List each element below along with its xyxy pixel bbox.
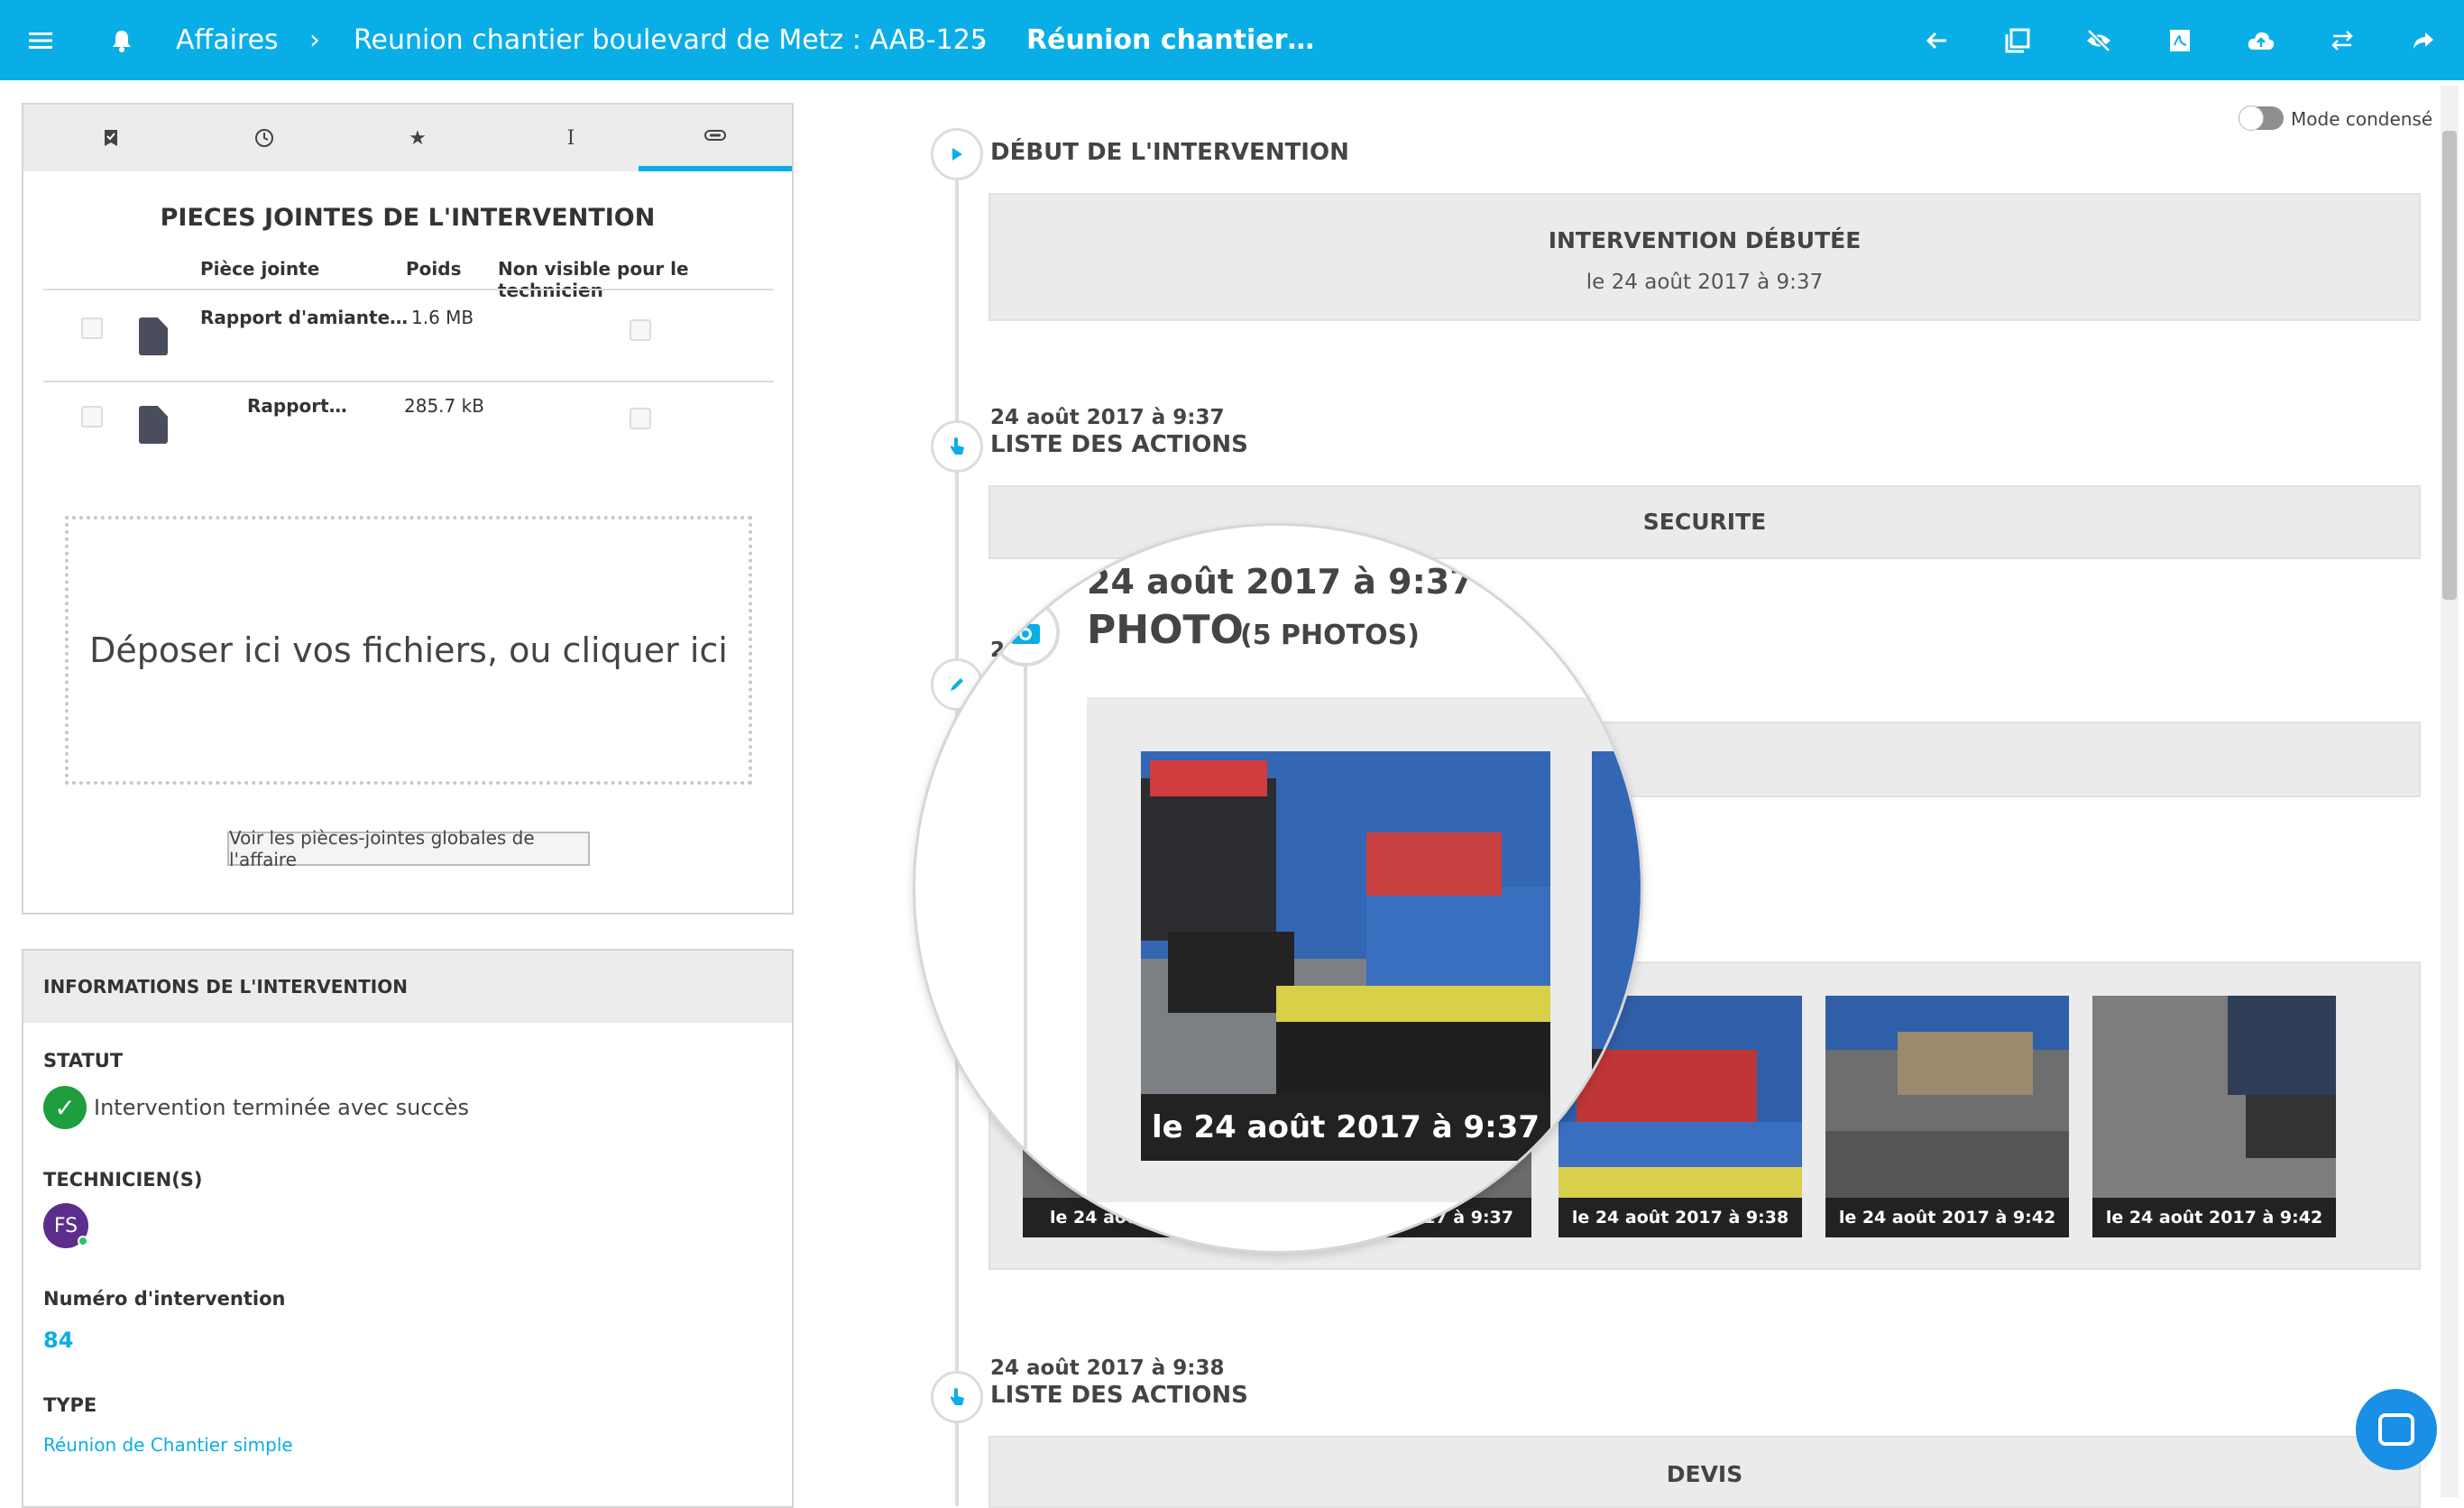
photo-thumbnail[interactable]: le 24 août 2017 à 9:42 <box>2092 996 2336 1237</box>
start-header: DÉBUT DE L'INTERVENTION <box>990 139 1349 166</box>
tab-tasks[interactable] <box>34 105 188 171</box>
panel-tabs: ★ I <box>23 105 792 171</box>
actions2-box[interactable]: DEVIS <box>988 1436 2421 1508</box>
magnified-photo-caption: le 24 août 2017 à 9:37 <box>1141 1094 1550 1161</box>
copy-icon[interactable] <box>1997 20 2038 61</box>
cloud-upload-icon[interactable] <box>2240 20 2282 61</box>
task-icon <box>105 130 117 146</box>
hand-pointer-icon <box>931 420 983 473</box>
col-hidden: Non visible pour le technicien <box>498 258 689 301</box>
divider <box>43 381 774 382</box>
magnified-photo-partial <box>1592 751 1641 1161</box>
actions1-header: LISTE DES ACTIONS <box>990 431 1248 458</box>
row-select-checkbox[interactable] <box>81 406 103 428</box>
condensed-mode-toggle[interactable] <box>2239 106 2284 131</box>
dropzone[interactable]: Déposer ici vos fichiers, ou cliquer ici <box>65 516 752 785</box>
file-icon <box>139 317 168 355</box>
photo-caption: le 24 août 2017 à 9:42 <box>2092 1198 2336 1237</box>
status-value: Intervention terminée avec succès <box>94 1095 470 1120</box>
global-attachments-button[interactable]: Voir les pièces-jointes globales de l'af… <box>227 827 590 870</box>
chevron-right-icon: › <box>976 24 987 56</box>
text-cursor-icon: I <box>566 126 575 150</box>
file-name[interactable]: Rapport… <box>247 395 347 417</box>
hidden-checkbox[interactable] <box>630 319 651 341</box>
actions2-header: LISTE DES ACTIONS <box>990 1382 1248 1409</box>
breadcrumb-current: Réunion chantier… <box>1026 24 1315 56</box>
paperclip-icon <box>704 130 726 141</box>
swap-icon[interactable] <box>2321 20 2363 61</box>
share-icon[interactable] <box>2403 20 2444 61</box>
pdf-icon[interactable] <box>2159 20 2201 61</box>
actions1-date: 24 août 2017 à 9:37 <box>990 406 1225 429</box>
hand-pointer-icon <box>931 1371 983 1423</box>
attachments-panel: ★ I PIECES JOINTES DE L'INTERVENTION Piè… <box>22 103 794 915</box>
file-size: 285.7 kB <box>404 395 484 417</box>
play-icon <box>931 128 983 180</box>
info-heading: INFORMATIONS DE L'INTERVENTION <box>23 951 792 1023</box>
magnifier-title: PHOTO <box>1087 607 1244 653</box>
chevron-right-icon: › <box>309 24 320 56</box>
photo-caption: le 24 août 2017 à 9:42 <box>1825 1198 2069 1237</box>
file-name[interactable]: Rapport d'amiante… <box>200 307 408 328</box>
magnifier-date: 24 août 2017 à 9:37 <box>1087 562 1474 602</box>
dropzone-label: Déposer ici vos fichiers, ou cliquer ici <box>89 630 728 670</box>
magnifier-lens: 24 août 2017 à 9:37 PHOTO (5 PHOTOS) le … <box>913 523 1643 1254</box>
actions2-box-title: DEVIS <box>1666 1461 1743 1487</box>
photo-caption: le 24 août 2017 à 9:38 <box>1558 1198 1802 1237</box>
magnifier-count: (5 PHOTOS) <box>1240 620 1420 651</box>
arrow-left-icon[interactable] <box>1917 20 1958 61</box>
attachments-title: PIECES JOINTES DE L'INTERVENTION <box>160 204 656 232</box>
toggle-knob <box>2239 106 2264 131</box>
chat-launcher-button[interactable] <box>2356 1389 2437 1470</box>
tab-attachments[interactable] <box>639 105 792 171</box>
hidden-checkbox[interactable] <box>630 408 651 429</box>
intervention-info-panel: INFORMATIONS DE L'INTERVENTION STATUT ✓ … <box>22 949 794 1508</box>
top-bar: Affaires › Reunion chantier boulevard de… <box>0 0 2464 80</box>
status-label: STATUT <box>43 1050 124 1071</box>
technician-label: TECHNICIEN(S) <box>43 1169 203 1191</box>
bell-icon[interactable] <box>101 20 143 61</box>
clock-icon <box>255 129 273 147</box>
type-label: TYPE <box>43 1394 97 1416</box>
magnified-photo[interactable]: le 24 août 2017 à 9:37 <box>1141 751 1550 1161</box>
breadcrumb-affaires[interactable]: Affaires <box>176 20 279 61</box>
type-value[interactable]: Réunion de Chantier simple <box>43 1434 293 1456</box>
avatar-initials: FS <box>53 1214 78 1237</box>
col-file: Pièce jointe <box>200 258 320 280</box>
scrollbar[interactable] <box>2441 86 2459 1497</box>
tab-favorites[interactable]: ★ <box>341 105 494 171</box>
condensed-mode-label: Mode condensé <box>2291 108 2433 130</box>
intervention-number-label: Numéro d'intervention <box>43 1288 286 1310</box>
online-indicator <box>78 1236 88 1246</box>
actions2-date: 24 août 2017 à 9:38 <box>990 1356 1225 1380</box>
photo-thumbnail[interactable]: le 24 août 2017 à 9:42 <box>1825 996 2069 1237</box>
divider <box>43 289 774 290</box>
start-box: INTERVENTION DÉBUTÉE le 24 août 2017 à 9… <box>988 193 2421 321</box>
scrollbar-thumb[interactable] <box>2442 131 2457 600</box>
breadcrumb-affaire[interactable]: Reunion chantier boulevard de Metz : AAB… <box>354 20 988 61</box>
camera-icon <box>991 598 1060 667</box>
eye-slash-icon[interactable] <box>2078 20 2119 61</box>
col-size: Poids <box>406 258 462 280</box>
start-box-title: INTERVENTION DÉBUTÉE <box>1548 227 1862 253</box>
row-select-checkbox[interactable] <box>81 317 103 339</box>
tab-history[interactable] <box>188 105 341 171</box>
check-icon: ✓ <box>43 1086 87 1129</box>
start-box-date: le 24 août 2017 à 9:37 <box>1586 271 1824 294</box>
file-icon <box>139 406 168 444</box>
chat-icon <box>2378 1413 2414 1446</box>
avatar[interactable]: FS <box>43 1203 88 1248</box>
intervention-number: 84 <box>43 1328 74 1353</box>
tab-text[interactable]: I <box>494 105 648 171</box>
star-icon: ★ <box>409 126 427 150</box>
file-size: 1.6 MB <box>411 307 474 328</box>
menu-icon[interactable] <box>20 20 61 61</box>
